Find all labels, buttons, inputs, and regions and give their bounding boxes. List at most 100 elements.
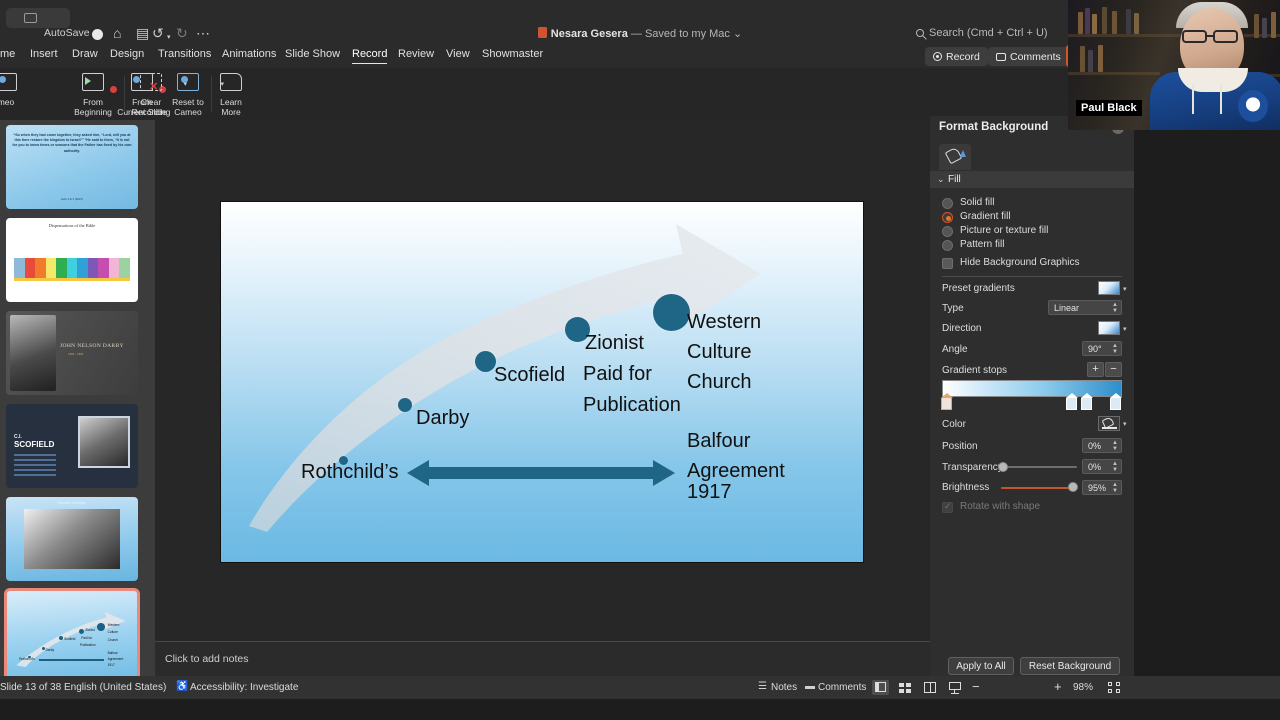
slide-thumbnail-selected[interactable]: Rothchild's Darby Scofield Zionist Paid … [4, 588, 140, 676]
reading-view-icon[interactable] [922, 680, 939, 695]
tab-insert[interactable]: Insert [30, 48, 58, 60]
zoom-out-button[interactable]: − [972, 679, 980, 694]
window-controls[interactable] [6, 8, 70, 28]
slide-label-publication[interactable]: Publication [583, 394, 681, 417]
tab-animations[interactable]: Animations [222, 48, 276, 60]
stepper-icon[interactable]: ▲ ▼ [1112, 302, 1118, 314]
slide-canvas[interactable]: Rothchild’s Darby Scofield Zionist Weste… [220, 201, 864, 563]
tab-slide-show[interactable]: Slide Show [285, 48, 340, 60]
brightness-slider-knob[interactable] [1068, 482, 1078, 492]
chevron-down-icon[interactable]: ⌄ [937, 174, 945, 185]
node-scofield[interactable] [475, 351, 496, 372]
tab-view[interactable]: View [446, 48, 470, 60]
double-headed-arrow[interactable] [407, 457, 675, 489]
slide-label-western[interactable]: Western [687, 311, 761, 334]
notes-icon[interactable]: ☰ [758, 681, 767, 692]
tab-record[interactable]: Record [352, 48, 388, 64]
language-indicator[interactable]: English (United States) [64, 682, 166, 693]
bookshelf-book [1080, 46, 1085, 72]
tab-transitions[interactable]: Transitions [158, 48, 211, 60]
tab-review[interactable]: Review [398, 48, 434, 60]
preset-gradients-swatch[interactable] [1098, 281, 1120, 295]
fill-section-label: Fill [948, 174, 961, 185]
ribbon-cameo[interactable]: meo [0, 71, 34, 107]
slide-thumbnail[interactable]: C.I. SCOFIELD [6, 404, 138, 488]
slide-thumbnail[interactable]: Dispensations of the Bible [6, 218, 138, 302]
slide-label-scofield[interactable]: Scofield [494, 364, 565, 387]
slide-thumbnail-panel[interactable]: ⁶So when they had come together, they as… [0, 120, 155, 676]
stepper-icon[interactable]: ▲ ▼ [1112, 482, 1118, 494]
ribbon-from-beginning[interactable]: From Beginning [65, 71, 121, 117]
slide-label-zionist[interactable]: Zionist [585, 332, 644, 355]
stepper-icon[interactable]: ▲ ▼ [1112, 461, 1118, 473]
tab-home[interactable]: me [0, 48, 15, 60]
apply-to-all-button[interactable]: Apply to All [948, 657, 1014, 675]
slide-label-rothchilds[interactable]: Rothchild’s [301, 461, 398, 484]
transparency-input[interactable]: 0% ▲ ▼ [1082, 459, 1122, 474]
comments-button-label: Comments [1010, 50, 1061, 63]
tab-design[interactable]: Design [110, 48, 144, 60]
search-box[interactable]: Search (Cmd + Ctrl + U) [916, 27, 1048, 39]
ribbon-learn-more[interactable]: Learn More [203, 71, 259, 117]
slide-label-agreement[interactable]: Agreement [687, 460, 785, 483]
transparency-slider-knob[interactable] [998, 462, 1008, 472]
slide-thumbnail[interactable]: Samuel Untermyer [6, 497, 138, 581]
gradient-stop-handle[interactable] [1080, 393, 1093, 410]
tab-showmaster[interactable]: Showmaster [482, 48, 543, 60]
chevron-down-icon[interactable]: ▾ [1123, 420, 1127, 428]
slide-thumbnail[interactable]: JOHN NELSON DARBY 1800 - 1882 [6, 311, 138, 395]
fill-tab[interactable] [939, 144, 971, 170]
slide-label-darby[interactable]: Darby [416, 407, 469, 430]
slide-label-paid-for[interactable]: Paid for [583, 363, 652, 386]
gradient-stop-handle[interactable] [940, 393, 953, 410]
add-gradient-stop-button[interactable]: + [1087, 362, 1104, 377]
brightness-slider-track[interactable] [1001, 487, 1077, 489]
brightness-input[interactable]: 95% ▲ ▼ [1082, 480, 1122, 495]
position-input[interactable]: 0% ▲ ▼ [1082, 438, 1122, 453]
notes-button-label[interactable]: Notes [771, 682, 797, 693]
format-background-panel[interactable]: Format Background ✕ ⌄ Fill Solid fill Gr… [930, 116, 1134, 676]
gradient-stop-handle[interactable] [1065, 393, 1078, 410]
zoom-in-button[interactable]: + [1054, 679, 1062, 694]
direction-swatch[interactable] [1098, 321, 1120, 335]
node-darby[interactable] [398, 398, 412, 412]
thumbnail-label: Darby [45, 647, 55, 652]
node-western[interactable] [653, 294, 690, 331]
glasses-icon [1213, 30, 1238, 43]
title-chevron-icon[interactable]: ⌄ [730, 28, 742, 40]
reset-background-button[interactable]: Reset Background [1020, 657, 1120, 675]
slide-label-balfour[interactable]: Balfour [687, 430, 750, 453]
color-picker-button[interactable] [1098, 416, 1120, 431]
remove-gradient-stop-button[interactable]: − [1105, 362, 1122, 377]
gradient-stop-handle[interactable] [1109, 393, 1122, 410]
slide-thumbnail[interactable]: ⁶So when they had come together, they as… [6, 125, 138, 209]
stepper-icon[interactable]: ▲ ▼ [1112, 343, 1118, 355]
tab-draw[interactable]: Draw [72, 48, 98, 60]
normal-view-icon[interactable] [872, 680, 889, 695]
gradient-stops-bar[interactable] [942, 380, 1122, 397]
angle-input[interactable]: 90° ▲ ▼ [1082, 341, 1122, 356]
type-dropdown[interactable]: Linear ▲ ▼ [1048, 300, 1122, 315]
slide-label-1917[interactable]: 1917 [687, 481, 732, 504]
slide-edit-area[interactable]: Rothchild’s Darby Scofield Zionist Weste… [155, 120, 930, 641]
powerpoint-file-icon [537, 27, 547, 38]
record-button[interactable]: Record [925, 47, 988, 66]
fit-to-window-icon[interactable] [1106, 680, 1123, 695]
comments-button-label[interactable]: Comments [818, 682, 866, 693]
transparency-slider-track[interactable] [1001, 466, 1077, 468]
webcam-overlay[interactable]: Paul Black [1068, 0, 1280, 130]
slideshow-icon[interactable] [947, 680, 964, 695]
slide-label-church[interactable]: Church [687, 371, 751, 394]
notes-pane[interactable]: Click to add notes [155, 641, 930, 676]
slide-label-culture[interactable]: Culture [687, 341, 751, 364]
comments-button[interactable]: Comments [988, 47, 1069, 66]
fill-section-header[interactable]: ⌄ Fill [930, 171, 1134, 188]
zoom-level[interactable]: 98% [1073, 682, 1093, 693]
position-value: 0% [1088, 441, 1102, 451]
slide-sorter-icon[interactable] [897, 680, 914, 695]
stepper-icon[interactable]: ▲ ▼ [1112, 440, 1118, 452]
comments-icon[interactable]: ▬ [805, 681, 815, 692]
chevron-down-icon[interactable]: ▾ [1123, 285, 1127, 293]
chevron-down-icon[interactable]: ▾ [1123, 325, 1127, 333]
accessibility-status[interactable]: Accessibility: Investigate [190, 682, 298, 693]
